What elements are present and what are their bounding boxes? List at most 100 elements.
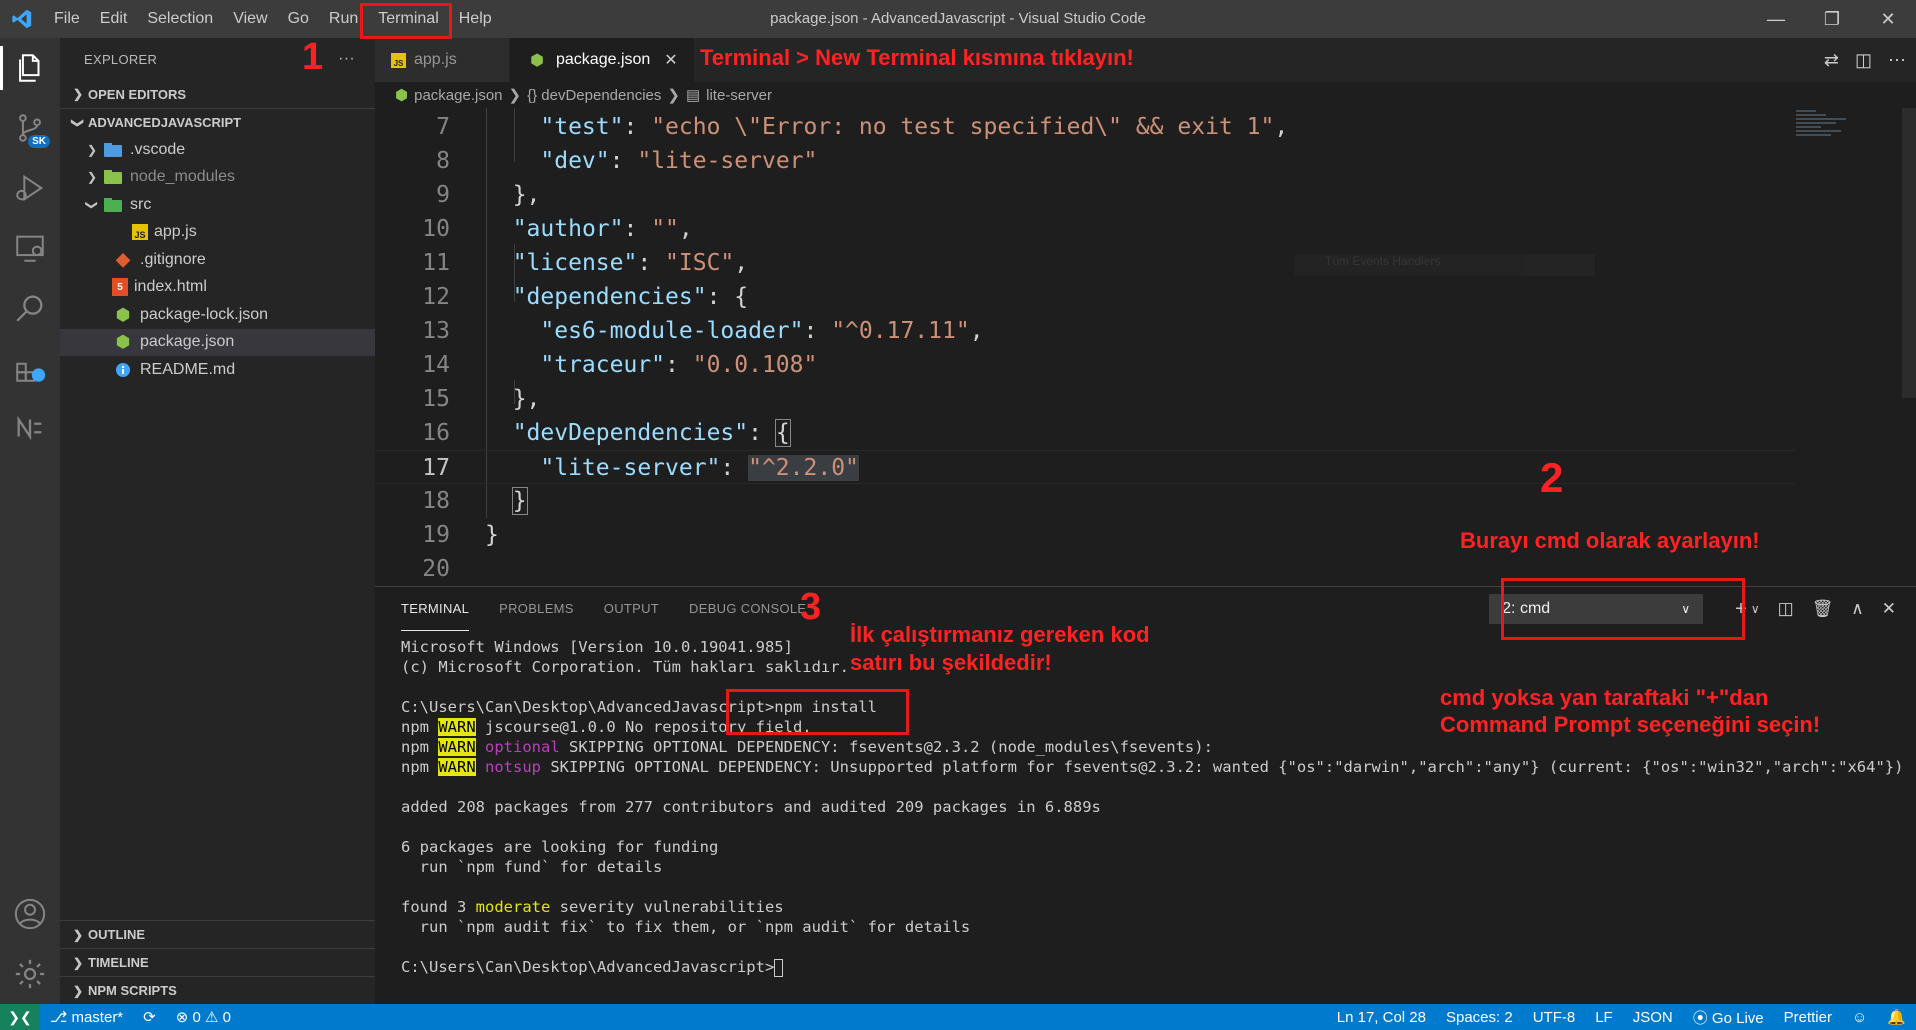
tab-problems[interactable]: PROBLEMS: [499, 587, 574, 631]
npm-scripts-label: NPM SCRIPTS: [88, 983, 177, 998]
run-debug-icon[interactable]: [0, 158, 60, 218]
close-icon[interactable]: ✕: [664, 50, 677, 70]
sync-icon[interactable]: ⟳: [133, 1008, 166, 1026]
menu-edit[interactable]: Edit: [90, 0, 138, 38]
status-spaces[interactable]: Spaces: 2: [1436, 1009, 1523, 1026]
breadcrumb-item[interactable]: package.json: [414, 87, 502, 104]
window-controls: — ❐ ✕: [1748, 0, 1916, 38]
feedback-icon[interactable]: ☺: [1842, 1009, 1877, 1026]
code-line: 10 "author": "",: [375, 212, 1815, 246]
npm-prefix: npm: [401, 718, 429, 736]
tab-debug-console[interactable]: DEBUG CONSOLE: [689, 587, 806, 631]
chevron-right-icon: ❯: [86, 170, 98, 185]
chevron-right-icon: ❯: [86, 142, 98, 157]
code-editor[interactable]: 7 "test": "echo \"Error: no test specifi…: [375, 108, 1916, 586]
tree-item-node-modules[interactable]: ❯ node_modules: [60, 164, 375, 192]
menu-view[interactable]: View: [223, 0, 277, 38]
annotation-box-terminal-menu: [360, 3, 452, 39]
split-terminal-icon[interactable]: ◫: [1778, 599, 1794, 619]
line-number: 16: [422, 420, 450, 446]
npm-prefix: npm: [401, 738, 429, 756]
breadcrumb: ⬢ package.json ❯ {} devDependencies ❯ ▤ …: [375, 82, 1916, 108]
branch-name: master*: [71, 1009, 124, 1026]
line-number: 11: [422, 250, 450, 276]
activity-bottom: [0, 884, 60, 1004]
code-line: 12 "dependencies": {: [375, 280, 1815, 314]
tree-item-src[interactable]: ❯ src: [60, 191, 375, 219]
status-right: Ln 17, Col 28 Spaces: 2 UTF-8 LF JSON ⦿ …: [1327, 1004, 1916, 1030]
terminal-line: npm WARN notsup SKIPPING OPTIONAL DEPEND…: [401, 757, 1903, 777]
annotation-text-first-command-2: satırı bu şekildedir!: [850, 650, 1052, 675]
open-editors-section[interactable]: ❯ OPEN EDITORS: [60, 80, 375, 108]
status-prettier[interactable]: Prettier: [1774, 1009, 1842, 1026]
tree-item-gitignore[interactable]: ◆ .gitignore: [60, 246, 375, 274]
tab-terminal[interactable]: TERMINAL: [401, 587, 470, 631]
editor-scrollbar[interactable]: [1902, 108, 1916, 398]
settings-gear-icon[interactable]: [0, 944, 60, 1004]
source-control-icon[interactable]: SK: [0, 98, 60, 158]
close-window-button[interactable]: ✕: [1860, 0, 1916, 38]
restore-button[interactable]: ❐: [1804, 0, 1860, 38]
tree-item-vscode[interactable]: ❯ .vscode: [60, 136, 375, 164]
project-section[interactable]: ❯ ADVANCEDJAVASCRIPT: [60, 108, 375, 136]
remote-explorer-icon[interactable]: [0, 218, 60, 278]
menu-file[interactable]: File: [44, 0, 90, 38]
explorer-more-button[interactable]: ···: [338, 50, 355, 68]
warning-count: 0: [222, 1009, 231, 1026]
maximize-panel-icon[interactable]: ∧: [1851, 599, 1863, 619]
chevron-right-icon: ❯: [667, 87, 680, 104]
line-number: 15: [422, 386, 450, 412]
status-eol[interactable]: LF: [1585, 1009, 1623, 1026]
code-line-current: 17 "lite-server": "^2.2.0": [375, 450, 1795, 484]
npm-icon[interactable]: [0, 398, 60, 458]
menu-go[interactable]: Go: [278, 0, 319, 38]
npm-scripts-section[interactable]: ❯ NPM SCRIPTS: [60, 976, 375, 1004]
terminal-line: run `npm audit fix` to fix them, or `npm…: [401, 918, 971, 936]
project-label: ADVANCEDJAVASCRIPT: [88, 115, 242, 130]
status-position[interactable]: Ln 17, Col 28: [1327, 1009, 1436, 1026]
breadcrumb-item[interactable]: {} devDependencies: [527, 87, 661, 104]
breadcrumb-item[interactable]: lite-server: [706, 87, 772, 104]
search-icon[interactable]: [0, 278, 60, 338]
tree-item-app-js[interactable]: JS app.js: [60, 219, 375, 247]
menu-selection[interactable]: Selection: [137, 0, 223, 38]
more-actions-icon[interactable]: ⋯: [1888, 50, 1906, 71]
notifications-bell-icon[interactable]: 🔔: [1877, 1008, 1916, 1026]
tab-package-json[interactable]: ⬢ package.json ✕: [510, 38, 695, 82]
timeline-section[interactable]: ❯ TIMELINE: [60, 948, 375, 976]
warn-badge: WARN: [438, 718, 476, 736]
chevron-down-icon[interactable]: ∨: [1751, 602, 1760, 616]
tab-app-js[interactable]: JS app.js: [375, 38, 510, 82]
tree-item-package-lock[interactable]: ⬢ package-lock.json: [60, 301, 375, 329]
explorer-sidebar: EXPLORER ··· ❯ OPEN EDITORS ❯ ADVANCEDJA…: [60, 38, 375, 1004]
git-file-icon: ◆: [116, 249, 130, 270]
remote-indicator-icon[interactable]: ❯❮: [0, 1004, 40, 1030]
terminal-line: found 3 moderate severity vulnerabilitie…: [401, 897, 1901, 917]
status-language[interactable]: JSON: [1623, 1009, 1683, 1026]
status-problems[interactable]: ⊗ 0 ⚠ 0: [166, 1008, 241, 1026]
split-editor-icon[interactable]: ◫: [1855, 50, 1872, 71]
status-branch[interactable]: ⎇ master*: [40, 1008, 133, 1026]
menu-help[interactable]: Help: [449, 0, 502, 38]
explorer-icon[interactable]: [0, 38, 60, 98]
line-number: 19: [422, 522, 450, 548]
minimap[interactable]: [1796, 108, 1856, 148]
line-number: 20: [422, 556, 450, 582]
tree-item-readme[interactable]: README.md: [60, 356, 375, 384]
close-panel-icon[interactable]: ✕: [1882, 599, 1896, 619]
annotation-text-first-command-1: İlk çalıştırmanız gereken kod: [850, 622, 1150, 647]
open-changes-icon[interactable]: ⇄: [1824, 50, 1839, 71]
trash-icon[interactable]: 🗑: [1812, 599, 1834, 619]
minimize-button[interactable]: —: [1748, 0, 1804, 38]
outline-section[interactable]: ❯ OUTLINE: [60, 920, 375, 948]
tree-item-package-json[interactable]: ⬢ package.json: [60, 328, 375, 356]
tree-item-index-html[interactable]: 5 index.html: [60, 274, 375, 302]
folder-icon: [102, 168, 124, 186]
outline-label: OUTLINE: [88, 927, 146, 942]
status-golive[interactable]: ⦿ Go Live: [1683, 1007, 1774, 1028]
tab-output[interactable]: OUTPUT: [604, 587, 659, 631]
status-encoding[interactable]: UTF-8: [1523, 1009, 1586, 1026]
extensions-icon[interactable]: [0, 338, 60, 398]
account-icon[interactable]: [0, 884, 60, 944]
